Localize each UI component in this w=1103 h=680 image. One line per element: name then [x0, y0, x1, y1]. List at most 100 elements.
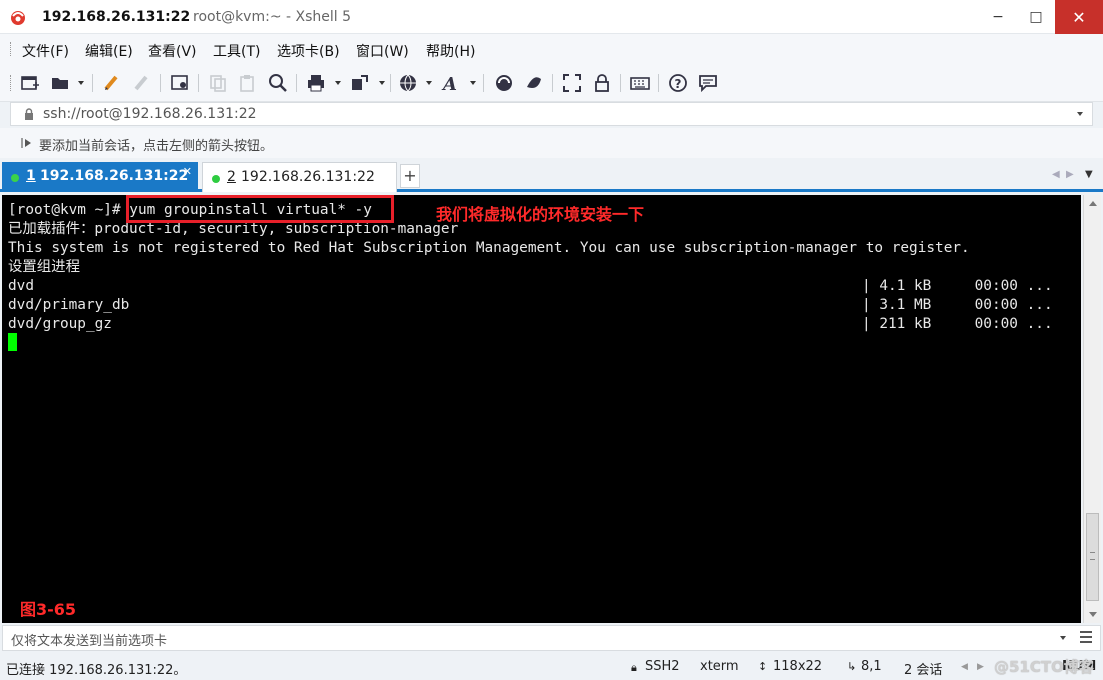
status-sessions: 2 会话: [904, 663, 943, 678]
toolbar-separator: [160, 74, 161, 92]
scroll-grip: [1090, 552, 1095, 560]
lock-icon: [25, 108, 33, 120]
open-folder-icon[interactable]: [50, 73, 70, 93]
chat-icon[interactable]: [698, 73, 718, 93]
toolbar-separator: [92, 74, 93, 92]
tab-list-dropdown-icon[interactable]: ▼: [1085, 169, 1093, 180]
new-session-icon[interactable]: [20, 73, 40, 93]
figure-label: 图3-65: [20, 600, 77, 619]
compose-menu-icon[interactable]: [1080, 631, 1092, 643]
tab-label: 192.168.26.131:22: [40, 168, 189, 184]
tab-scroll-right-icon[interactable]: ▶: [1066, 169, 1074, 180]
tab-label: 192.168.26.131:22: [241, 169, 375, 185]
compose-input[interactable]: 仅将文本发送到当前选项卡: [11, 630, 167, 649]
connected-status-icon: [212, 175, 220, 183]
svg-text:?: ?: [675, 77, 682, 91]
terminal-download-stats: | 211 kB 00:00 ...: [862, 316, 1053, 332]
toolbar: A ?: [0, 64, 1103, 102]
terminal-download-stats: | 4.1 kB 00:00 ...: [862, 278, 1053, 294]
address-dropdown-icon[interactable]: [1077, 112, 1083, 116]
open-dropdown-icon[interactable]: [78, 81, 84, 85]
session-next-icon[interactable]: ▶: [977, 662, 984, 672]
menu-tabs[interactable]: 选项卡(B): [277, 41, 340, 61]
new-tab-button[interactable]: +: [400, 164, 420, 188]
properties-icon[interactable]: [170, 73, 190, 93]
close-button[interactable]: ✕: [1055, 0, 1103, 34]
font-icon[interactable]: A: [441, 73, 461, 93]
terminal-line: dvd/primary_db: [8, 297, 130, 313]
toolbar-separator: [552, 74, 553, 92]
title-bar: 192.168.26.131:22 root@kvm:~ - Xshell 5 …: [0, 0, 1103, 34]
command-highlight-box: [126, 195, 394, 223]
toolbar-separator: [296, 74, 297, 92]
status-bar: 已连接 192.168.26.131:22。 🔒︎ SSH2 xterm ↕ 1…: [0, 652, 1103, 680]
terminal-scrollbar[interactable]: [1083, 195, 1101, 623]
print-dropdown-icon[interactable]: [335, 81, 341, 85]
xmanager-icon[interactable]: [524, 73, 544, 93]
terminal[interactable]: [root@kvm ~]# yum groupinstall virtual* …: [2, 195, 1081, 623]
menu-file[interactable]: 文件(F): [22, 41, 69, 61]
toolbar-separator: [198, 74, 199, 92]
reconnect-icon[interactable]: [102, 73, 122, 93]
transfer-dropdown-icon[interactable]: [379, 81, 385, 85]
print-icon[interactable]: [306, 73, 326, 93]
cursor-position-icon: ↳: [847, 660, 857, 673]
menu-view[interactable]: 查看(V): [148, 41, 197, 61]
watermark-text: @51CTO博客: [994, 658, 1094, 676]
paste-icon[interactable]: [238, 73, 258, 93]
tab-session-1[interactable]: 1 192.168.26.131:22 ✕: [2, 162, 198, 192]
minimize-button[interactable]: −: [979, 0, 1017, 34]
terminal-line: This system is not registered to Red Hat…: [8, 240, 970, 256]
menu-bar: 文件(F) 编辑(E) 查看(V) 工具(T) 选项卡(B) 窗口(W) 帮助(…: [0, 34, 1103, 64]
scroll-down-icon[interactable]: [1089, 612, 1097, 617]
menu-grip: [10, 42, 13, 56]
lock-icon: 🔒︎: [631, 661, 637, 674]
status-cursor-position: 8,1: [861, 659, 882, 674]
terminal-download-stats: | 3.1 MB 00:00 ...: [862, 297, 1053, 313]
resize-icon: ↕: [758, 660, 768, 673]
address-bar[interactable]: ssh://root@192.168.26.131:22: [10, 102, 1093, 126]
menu-edit[interactable]: 编辑(E): [85, 41, 133, 61]
tab-close-icon[interactable]: ✕: [183, 165, 192, 178]
menu-help[interactable]: 帮助(H): [426, 41, 475, 61]
scroll-thumb[interactable]: [1086, 513, 1099, 601]
lock-icon[interactable]: [592, 73, 612, 93]
globe-icon[interactable]: [398, 73, 418, 93]
status-protocol: SSH2: [645, 659, 680, 674]
compose-dropdown-icon[interactable]: [1060, 636, 1066, 640]
hint-text: 要添加当前会话，点击左侧的箭头按钮。: [39, 139, 274, 154]
status-connection: 已连接 192.168.26.131:22。: [6, 663, 187, 678]
help-icon[interactable]: ?: [668, 73, 688, 93]
bookmark-arrow-icon[interactable]: [21, 136, 35, 150]
tab-scroll-left-icon[interactable]: ◀: [1052, 169, 1060, 180]
maximize-button[interactable]: □: [1017, 0, 1055, 34]
session-prev-icon[interactable]: ◀: [961, 662, 968, 672]
xshell-logo-icon: [11, 11, 25, 25]
terminal-line: 设置组进程: [8, 259, 80, 275]
scroll-up-icon[interactable]: [1089, 201, 1097, 206]
fullscreen-icon[interactable]: [562, 73, 582, 93]
keyboard-icon[interactable]: [630, 73, 650, 93]
tab-session-2[interactable]: 2 192.168.26.131:22: [202, 162, 397, 192]
menu-tools[interactable]: 工具(T): [213, 41, 260, 61]
copy-icon[interactable]: [208, 73, 228, 93]
terminal-line: dvd: [8, 278, 34, 294]
toolbar-separator: [620, 74, 621, 92]
xftp-icon[interactable]: [494, 73, 514, 93]
address-value: ssh://root@192.168.26.131:22: [43, 106, 257, 122]
menu-window[interactable]: 窗口(W): [356, 41, 409, 61]
find-icon[interactable]: [268, 73, 288, 93]
tab-number: 1: [26, 168, 36, 184]
compose-bar[interactable]: 仅将文本发送到当前选项卡: [2, 625, 1101, 651]
transfer-icon[interactable]: [350, 73, 370, 93]
svg-text:A: A: [441, 74, 457, 93]
font-dropdown-icon[interactable]: [470, 81, 476, 85]
toolbar-separator: [390, 74, 391, 92]
hint-bar: 要添加当前会话，点击左侧的箭头按钮。: [0, 128, 1103, 158]
window-title-host: 192.168.26.131:22: [42, 9, 191, 25]
globe-dropdown-icon[interactable]: [426, 81, 432, 85]
status-terminal-type: xterm: [700, 659, 739, 674]
terminal-cursor: [8, 333, 17, 351]
status-terminal-size: 118x22: [773, 659, 823, 674]
disconnect-icon[interactable]: [132, 73, 152, 93]
